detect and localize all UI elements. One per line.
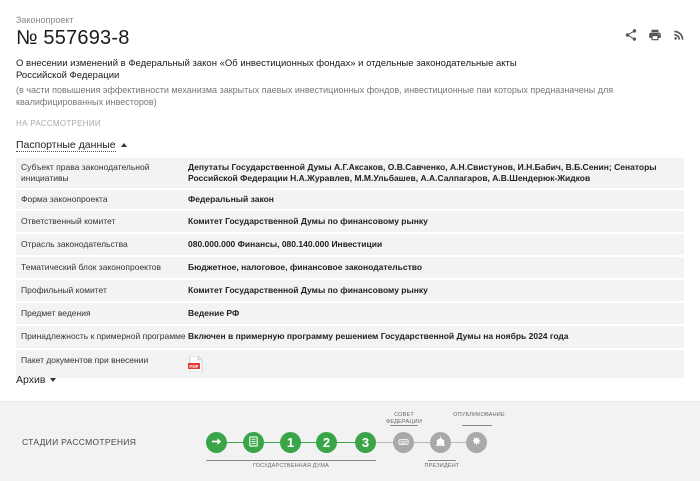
stage-number: 1: [286, 435, 295, 450]
caret-up-icon: [120, 143, 127, 148]
header-actions: [624, 28, 686, 42]
row-value: Комитет Государственной Думы по финансов…: [188, 216, 428, 226]
president-bracket: [428, 460, 456, 461]
stage-number: 3: [361, 435, 370, 450]
stage-connector: [300, 442, 317, 443]
row-key: Форма законопроекта: [21, 194, 108, 204]
publication-bracket: [462, 425, 492, 426]
row-value: Ведение РФ: [188, 308, 240, 318]
row-value: Федеральный закон: [188, 194, 274, 204]
stages-label: СТАДИИ РАССМОТРЕНИЯ: [22, 437, 137, 447]
row-key: Ответственный комитет: [21, 216, 116, 226]
row-key: Субъект права законодательной инициативы: [21, 162, 150, 183]
row-value: Включен в примерную программу решением Г…: [188, 331, 569, 341]
row-key: Пакет документов при внесении: [21, 355, 149, 365]
table-row: Отрасль законодательства 080.000.000 Фин…: [16, 234, 684, 257]
duma-bracket: [206, 460, 376, 461]
caret-down-icon: [50, 378, 57, 383]
stage-president[interactable]: [430, 432, 451, 453]
row-value: Бюджетное, налоговое, финансовое законод…: [188, 262, 423, 272]
svg-text:PDF: PDF: [189, 364, 198, 369]
table-row: Принадлежность к примерной программе Вкл…: [16, 326, 684, 350]
table-row: Ответственный комитет Комитет Государств…: [16, 211, 684, 234]
row-value: Депутаты Государственной Думы А.Г.Аксако…: [188, 162, 657, 183]
stage-reading-1[interactable]: 1: [280, 432, 301, 453]
row-value: Комитет Государственной Думы по финансов…: [188, 285, 428, 295]
federation-council-icon: [398, 434, 409, 452]
stage-federation-council[interactable]: [393, 432, 414, 453]
status-badge: НА РАССМОТРЕНИИ: [16, 119, 101, 128]
eagle-emblem-icon: [471, 434, 482, 452]
passport-toggle[interactable]: Паспортные данные: [16, 139, 127, 152]
row-key: Принадлежность к примерной программе: [21, 331, 186, 341]
table-row: Профильный комитет Комитет Государственн…: [16, 280, 684, 303]
stage-connector: [376, 442, 394, 443]
table-row: Пакет документов при внесении PDF: [16, 350, 684, 378]
caption-federation-council: СОВЕТ ФЕДЕРАЦИИ: [386, 412, 422, 425]
document-list-icon: [248, 434, 259, 452]
stage-arrow-right[interactable]: [206, 432, 227, 453]
archive-toggle[interactable]: Архив: [16, 374, 57, 386]
table-row: Предмет ведения Ведение РФ: [16, 303, 684, 326]
stages-panel: СТАДИИ РАССМОТРЕНИЯ 1 2 3 СОВЕТ ФЕДЕРАЦИ…: [0, 401, 700, 481]
caption-publication: ОПУБЛИКОВАНИЕ: [453, 412, 505, 418]
rss-icon[interactable]: [672, 28, 686, 42]
passport-table: Субъект права законодательной инициативы…: [16, 158, 684, 378]
stage-connector: [336, 442, 356, 443]
president-icon: [435, 434, 446, 452]
table-row: Субъект права законодательной инициативы…: [16, 158, 684, 190]
stage-connector: [449, 442, 467, 443]
stage-reading-2[interactable]: 2: [316, 432, 337, 453]
pdf-file-icon[interactable]: PDF: [188, 356, 676, 372]
row-value: PDF: [188, 355, 684, 372]
arrow-right-icon: [211, 434, 222, 452]
row-key: Предмет ведения: [21, 308, 91, 318]
stage-connector: [264, 442, 281, 443]
row-value: 080.000.000 Финансы, 080.140.000 Инвести…: [188, 239, 383, 249]
stage-number: 2: [322, 435, 331, 450]
caption-president: ПРЕЗИДЕНТ: [424, 463, 460, 469]
passport-toggle-label: Паспортные данные: [16, 139, 116, 152]
stage-document-list[interactable]: [243, 432, 264, 453]
archive-toggle-label: Архив: [16, 374, 46, 386]
caption-state-duma: ГОСУДАРСТВЕННАЯ ДУМА: [252, 463, 330, 469]
stage-reading-3[interactable]: 3: [355, 432, 376, 453]
bill-subtitle: (в части повышения эффективности механиз…: [16, 85, 614, 107]
row-key: Отрасль законодательства: [21, 239, 128, 249]
stage-publication[interactable]: [466, 432, 487, 453]
bill-kicker: Законопроект: [16, 15, 74, 25]
row-key: Тематический блок законопроектов: [21, 262, 162, 272]
row-key: Профильный комитет: [21, 285, 107, 295]
bill-number: № 557693-8: [16, 27, 130, 49]
print-icon[interactable]: [648, 28, 662, 42]
bill-title: О внесении изменений в Федеральный закон…: [16, 58, 517, 81]
table-row: Тематический блок законопроектов Бюджетн…: [16, 257, 684, 280]
share-icon[interactable]: [624, 28, 638, 42]
stage-connector: [413, 442, 430, 443]
table-row: Форма законопроекта Федеральный закон: [16, 190, 684, 211]
